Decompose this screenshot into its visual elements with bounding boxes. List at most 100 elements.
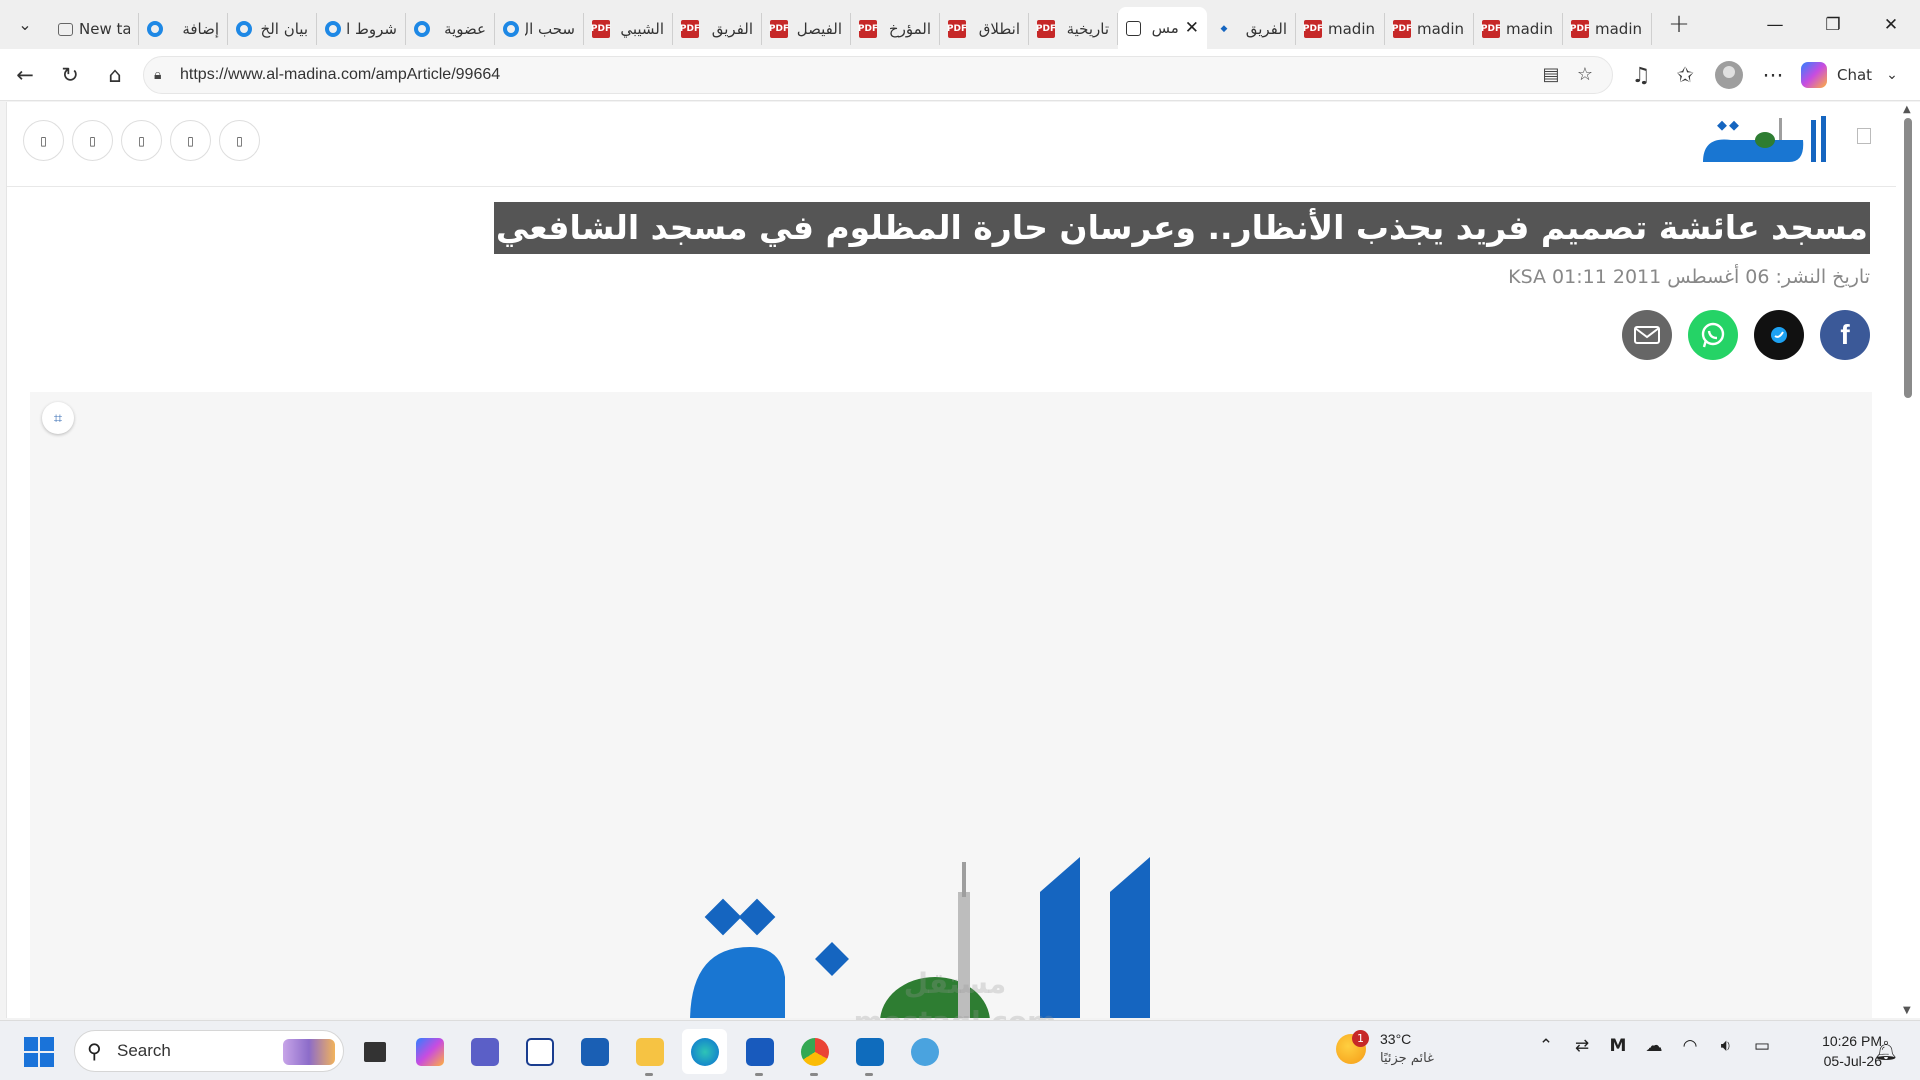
- weather-widget[interactable]: 1 33°C غائم جزئيًا: [1336, 1030, 1434, 1068]
- task-view-button[interactable]: [352, 1029, 397, 1074]
- tab[interactable]: PDF تاريخية: [1029, 13, 1118, 45]
- settings-more-button[interactable]: ⋯: [1751, 55, 1795, 95]
- reload-button[interactable]: ↻: [50, 55, 90, 95]
- close-window-button[interactable]: ✕: [1862, 0, 1920, 49]
- tab-active[interactable]: مس ✕: [1118, 7, 1207, 49]
- header-icon-button-2[interactable]: ▯: [72, 120, 113, 161]
- url-text[interactable]: https://www.al-madina.com/ampArticle/996…: [180, 66, 1534, 84]
- outlook-app[interactable]: [847, 1029, 892, 1076]
- tab-title: New ta: [79, 20, 130, 38]
- tab[interactable]: PDF المؤرخ: [851, 13, 940, 45]
- taskbar-search[interactable]: ⚲ Search: [74, 1030, 344, 1072]
- favorites-button[interactable]: ✩: [1663, 55, 1707, 95]
- tab[interactable]: PDF madina: [1385, 13, 1474, 45]
- site-logo[interactable]: [1693, 106, 1833, 172]
- reader-mode-icon[interactable]: ▤: [1534, 64, 1568, 85]
- volume-icon[interactable]: 🔉︎: [1715, 1036, 1737, 1056]
- profile-button[interactable]: [1707, 55, 1751, 95]
- home-icon: ⌂: [108, 62, 122, 87]
- tab[interactable]: PDF الشيبي: [584, 13, 673, 45]
- mail-app[interactable]: [517, 1029, 562, 1074]
- word-app[interactable]: [737, 1029, 782, 1076]
- show-hidden-icons-icon[interactable]: ⌃: [1535, 1036, 1557, 1056]
- music-note-icon: ♫: [1631, 62, 1651, 87]
- tab[interactable]: PDF madina: [1474, 13, 1563, 45]
- new-tab-button[interactable]: +: [1660, 5, 1698, 43]
- maps-app[interactable]: [902, 1029, 947, 1074]
- header-icon-button-4[interactable]: ▯: [170, 120, 211, 161]
- copilot-chat-button[interactable]: Chat ⌄: [1801, 61, 1898, 88]
- chevron-down-icon: ⌄: [1886, 66, 1898, 83]
- tab[interactable]: New ta: [50, 13, 139, 45]
- scroll-up-icon[interactable]: ▲: [1903, 104, 1911, 115]
- lock-icon[interactable]: 🔒︎: [154, 67, 180, 83]
- task-view-icon: [363, 1041, 386, 1062]
- pdf-icon: PDF: [591, 20, 611, 38]
- tab[interactable]: شروط ال: [317, 13, 406, 45]
- tab[interactable]: PDF انطلاق: [940, 13, 1029, 45]
- chrome-app[interactable]: [792, 1029, 837, 1076]
- tab[interactable]: ◆ الفريق: [1207, 13, 1296, 45]
- edge-app[interactable]: [682, 1029, 727, 1074]
- notifications-button[interactable]: 🔔︎: [1874, 1039, 1898, 1062]
- header-icon-buttons: ▯ ▯ ▯ ▯ ▯: [23, 120, 260, 161]
- windows-logo-pane: [24, 1053, 38, 1067]
- tab[interactable]: PDF madina: [1296, 13, 1385, 45]
- search-icon: ⚲: [87, 1039, 102, 1063]
- home-button[interactable]: ⌂: [95, 55, 135, 95]
- close-tab-icon[interactable]: ✕: [1185, 18, 1199, 38]
- restore-button[interactable]: ❐: [1804, 0, 1862, 49]
- tab[interactable]: سحب ال: [495, 13, 584, 45]
- visual-search-button[interactable]: ⌗: [42, 402, 74, 434]
- wifi-icon[interactable]: ◠: [1679, 1036, 1701, 1056]
- m-logo-icon[interactable]: M: [1607, 1036, 1629, 1056]
- sync-icon[interactable]: ⇄: [1571, 1036, 1593, 1056]
- scrollbar-thumb[interactable]: [1904, 118, 1912, 398]
- tab[interactable]: PDF الفيصل: [762, 13, 851, 45]
- clock-date: 05-Jul-26: [1823, 1053, 1882, 1069]
- tab-actions-menu-button[interactable]: ⌄: [6, 5, 44, 43]
- header-icon-button-5[interactable]: ▯: [219, 120, 260, 161]
- vertical-scrollbar[interactable]: ▲ ▼: [1896, 102, 1920, 1018]
- minimize-button[interactable]: —: [1746, 0, 1804, 49]
- taskbar-clock[interactable]: 10:26 PM 05-Jul-26: [1794, 1031, 1882, 1071]
- copilot-icon: [1801, 61, 1827, 88]
- tab-title: madina: [1417, 20, 1465, 38]
- media-control-button[interactable]: ♫: [1619, 55, 1663, 95]
- share-twitter-button[interactable]: [1754, 310, 1804, 360]
- tab[interactable]: إضافة: [139, 13, 228, 45]
- tab-title: مس: [1151, 19, 1179, 37]
- teams-icon: [470, 1037, 499, 1066]
- tab[interactable]: PDF madina: [1563, 13, 1652, 45]
- battery-icon[interactable]: ▭: [1751, 1036, 1773, 1056]
- site-header: ▯ ▯ ▯ ▯ ▯: [7, 102, 1896, 187]
- tab-title: بيان الخ: [260, 20, 308, 38]
- file-explorer-app[interactable]: [627, 1029, 672, 1076]
- tab[interactable]: عضوية: [406, 13, 495, 45]
- tab[interactable]: PDF الفريق: [673, 13, 762, 45]
- header-icon-button-3[interactable]: ▯: [121, 120, 162, 161]
- onedrive-cloud-icon[interactable]: ☁: [1643, 1036, 1665, 1056]
- menu-button[interactable]: [1857, 128, 1871, 144]
- share-facebook-button[interactable]: f: [1820, 310, 1870, 360]
- missing-glyph-icon: ▯: [40, 133, 47, 148]
- scroll-down-icon[interactable]: ▼: [1903, 1005, 1911, 1016]
- favorite-star-icon[interactable]: ☆: [1568, 64, 1602, 85]
- start-button[interactable]: [24, 1037, 54, 1067]
- partly-cloudy-icon: 1: [1336, 1030, 1369, 1064]
- share-email-button[interactable]: [1622, 310, 1672, 360]
- share-whatsapp-button[interactable]: [1688, 310, 1738, 360]
- store-app[interactable]: [572, 1029, 617, 1074]
- windows-taskbar: ⚲ Search 1 33°C غائم جزئيًا ⌃ ⇄ M ☁ ◠ 🔉︎…: [0, 1020, 1920, 1080]
- missing-glyph-icon: ▯: [236, 133, 243, 148]
- copilot-app[interactable]: [407, 1029, 452, 1074]
- address-bar[interactable]: 🔒︎ https://www.al-madina.com/ampArticle/…: [143, 55, 1613, 94]
- tab[interactable]: بيان الخ: [228, 13, 317, 45]
- store-icon: [580, 1037, 609, 1066]
- globe-icon: [910, 1037, 939, 1066]
- folder-icon: [635, 1037, 664, 1066]
- teams-app[interactable]: [462, 1029, 507, 1074]
- plus-icon: +: [1668, 9, 1690, 39]
- back-button[interactable]: ←: [5, 55, 45, 95]
- header-icon-button-1[interactable]: ▯: [23, 120, 64, 161]
